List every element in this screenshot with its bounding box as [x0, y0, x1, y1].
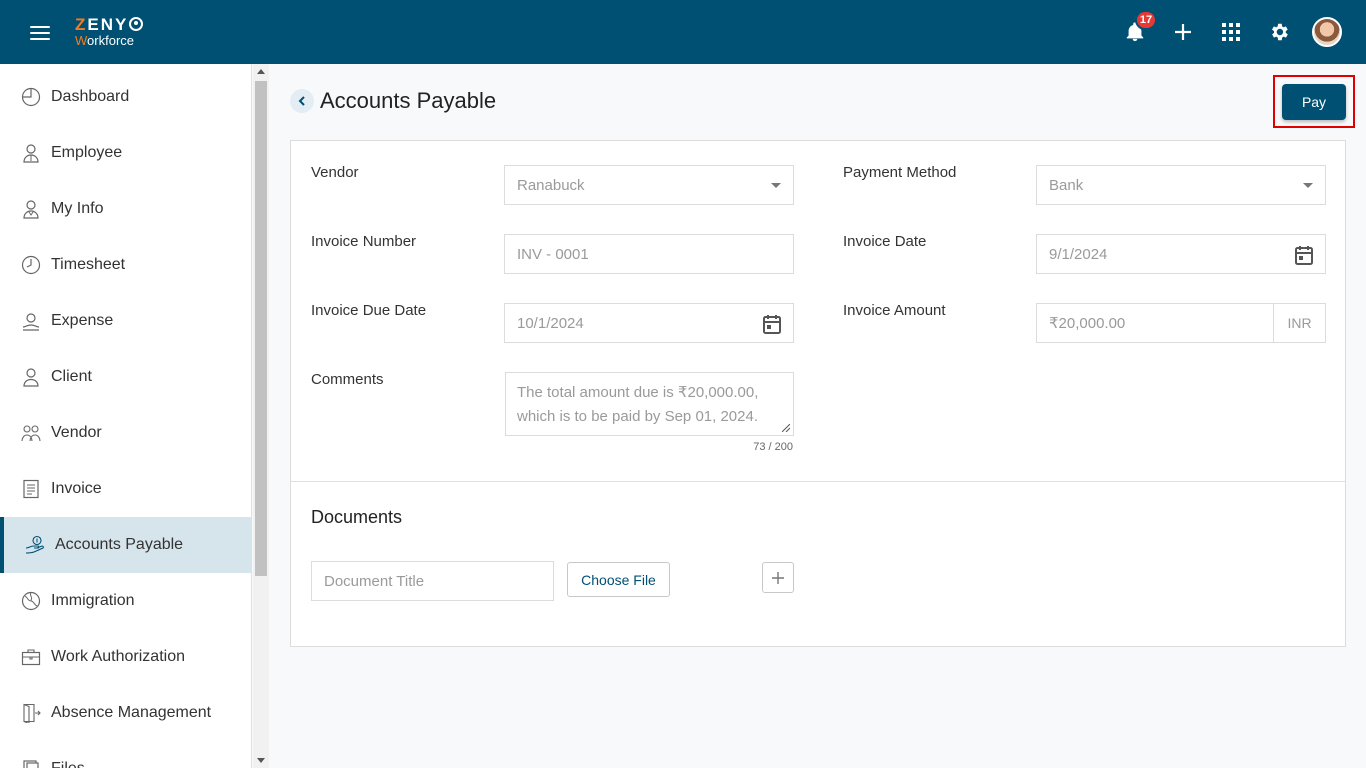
dashboard-icon — [21, 87, 41, 107]
sidebar-item-files[interactable]: Files — [0, 741, 251, 768]
scrollbar-thumb[interactable] — [255, 81, 267, 576]
comments-char-counter: 73 / 200 — [753, 441, 793, 453]
sidebar-scrollbar[interactable] — [253, 64, 269, 768]
sidebar-item-work-authorization[interactable]: Work Authorization — [0, 629, 251, 685]
dropdown-arrow-icon — [771, 183, 781, 188]
gear-icon — [1272, 23, 1288, 41]
documents-title: Documents — [311, 507, 403, 527]
dropdown-arrow-icon — [1303, 183, 1313, 188]
invoice-due-date-label: Invoice Due Date — [311, 302, 427, 319]
vendor-select[interactable]: Ranabuck — [504, 165, 794, 205]
notifications-button[interactable]: 17 — [1111, 8, 1159, 56]
user-avatar[interactable] — [1312, 17, 1342, 47]
section-divider — [291, 481, 1345, 482]
apps-grid-icon — [1222, 23, 1240, 41]
comments-label: Comments — [311, 371, 384, 388]
files-icon — [21, 759, 41, 768]
client-icon — [21, 367, 41, 387]
payment-method-select[interactable]: Bank — [1036, 165, 1326, 205]
sidebar-item-vendor[interactable]: Vendor — [0, 405, 251, 461]
page-header: Accounts Payable — [290, 88, 496, 114]
page-title: Accounts Payable — [320, 88, 497, 113]
sidebar-item-employee[interactable]: Employee — [0, 125, 251, 181]
invoice-amount-label: Invoice Amount — [843, 302, 946, 319]
accounts-payable-form: Vendor Ranabuck Payment Method Bank Invo… — [290, 140, 1346, 647]
invoice-date-label: Invoice Date — [843, 233, 927, 250]
vendor-label: Vendor — [311, 164, 359, 181]
sidebar-nav: Dashboard Employee My Info Timesheet Exp… — [0, 64, 252, 768]
sidebar-item-accounts-payable[interactable]: Accounts Payable — [0, 517, 251, 573]
back-button[interactable] — [290, 89, 314, 113]
settings-button[interactable] — [1255, 8, 1303, 56]
currency-suffix: INR — [1273, 304, 1325, 342]
employee-icon — [21, 143, 41, 163]
sidebar-item-absence-management[interactable]: Absence Management — [0, 685, 251, 741]
chevron-left-icon — [298, 96, 305, 106]
my-info-icon — [21, 199, 41, 219]
sidebar-item-expense[interactable]: Expense — [0, 293, 251, 349]
sidebar-item-my-info[interactable]: My Info — [0, 181, 251, 237]
invoice-icon — [21, 479, 41, 499]
comments-textarea[interactable]: The total amount due is ₹20,000.00, whic… — [505, 372, 794, 436]
sidebar-item-invoice[interactable]: Invoice — [0, 461, 251, 517]
sidebar-item-timesheet[interactable]: Timesheet — [0, 237, 251, 293]
apps-button[interactable] — [1207, 8, 1255, 56]
invoice-due-date-input[interactable]: 10/1/2024 — [504, 303, 794, 343]
choose-file-button[interactable]: Choose File — [567, 562, 670, 597]
calendar-icon[interactable] — [763, 314, 781, 334]
plus-icon — [772, 571, 784, 584]
exit-door-icon — [21, 703, 41, 723]
invoice-date-input[interactable]: 9/1/2024 — [1036, 234, 1326, 274]
invoice-number-input[interactable]: INV - 0001 — [504, 234, 794, 274]
document-title-input[interactable]: Document Title — [311, 561, 554, 601]
app-logo[interactable]: ZENY Workforce — [75, 16, 144, 47]
accounts-payable-icon — [25, 535, 45, 555]
resize-handle-icon[interactable] — [782, 424, 790, 432]
scroll-up-arrow-icon[interactable] — [257, 69, 265, 74]
pay-button[interactable]: Pay — [1282, 84, 1346, 120]
notification-badge: 17 — [1135, 10, 1157, 30]
vendor-icon — [21, 423, 41, 443]
plus-icon — [1175, 24, 1191, 40]
globe-icon — [21, 591, 41, 611]
invoice-amount-input[interactable]: ₹20,000.00 INR — [1036, 303, 1326, 343]
scroll-down-arrow-icon[interactable] — [257, 758, 265, 763]
logo-mark-icon — [129, 17, 144, 31]
add-button[interactable] — [1159, 8, 1207, 56]
sidebar-item-dashboard[interactable]: Dashboard — [0, 69, 251, 125]
calendar-icon[interactable] — [1295, 245, 1313, 265]
expense-icon — [21, 311, 41, 331]
menu-icon[interactable] — [30, 26, 50, 40]
briefcase-icon — [21, 647, 41, 667]
invoice-number-label: Invoice Number — [311, 233, 417, 250]
top-actions: 17 — [1111, 0, 1342, 64]
top-app-bar: ZENY Workforce 17 — [0, 0, 1366, 64]
clock-icon — [21, 255, 41, 275]
sidebar-item-immigration[interactable]: Immigration — [0, 573, 251, 629]
payment-method-label: Payment Method — [843, 164, 957, 181]
add-document-button[interactable] — [762, 562, 794, 593]
sidebar-item-client[interactable]: Client — [0, 349, 251, 405]
